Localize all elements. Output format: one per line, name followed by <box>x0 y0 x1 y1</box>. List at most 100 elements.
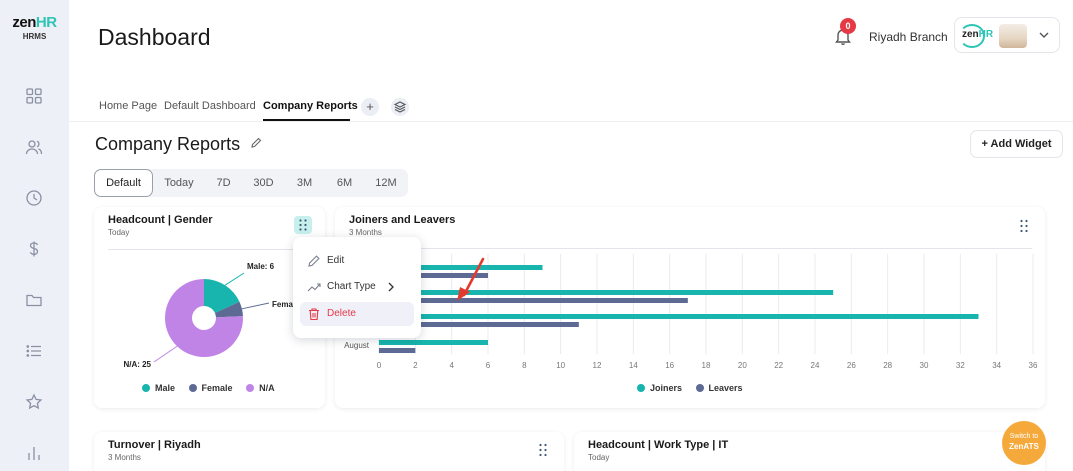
range-7d[interactable]: 7D <box>206 169 241 197</box>
list-icon[interactable] <box>25 342 43 360</box>
pie-data-label-2: N/A: 25 <box>123 360 151 369</box>
x-tick-label-11: 22 <box>774 361 783 370</box>
range-default[interactable]: Default <box>94 169 153 197</box>
widget-menu-button[interactable] <box>1018 219 1030 233</box>
x-tick-label-13: 26 <box>847 361 856 370</box>
menu-item-edit[interactable]: Edit <box>300 249 414 273</box>
joiners-leavers-bar-chart: 0 2 4 6 8 10 12 14 16 18 20 22 24 26 28 30 32 34 36August <box>344 254 1038 370</box>
widget-title: Joiners and Leavers <box>349 214 456 226</box>
trend-line-icon <box>307 283 321 292</box>
legend-item-female: Female <box>188 383 233 393</box>
range-30d[interactable]: 30D <box>244 169 283 197</box>
pencil-icon <box>308 255 320 267</box>
annotation-arrow-icon <box>457 257 485 301</box>
add-widget-button[interactable]: + Add Widget <box>970 130 1063 158</box>
range-12m[interactable]: 12M <box>366 169 406 197</box>
turnover-widget: Turnover | Riyadh 3 Months <box>94 432 564 471</box>
chevron-down-icon <box>1039 32 1049 38</box>
bar-leavers-1 <box>379 298 688 303</box>
legend-label-female: Female <box>201 383 233 393</box>
bar-joiners-3 <box>379 340 488 345</box>
reports-chart-icon[interactable] <box>25 444 43 462</box>
pie-leader-line-1 <box>241 302 270 310</box>
work-type-widget: Headcount | Work Type | IT Today <box>574 432 1045 471</box>
user-menu[interactable]: zenHR <box>954 17 1060 53</box>
add-tab-button[interactable]: + <box>361 98 379 116</box>
pie-leader-line-0 <box>224 272 245 286</box>
bar-legend: Joiners Leavers <box>637 383 754 393</box>
star-icon[interactable] <box>25 393 43 411</box>
tab-home-page[interactable]: Home Page <box>99 100 157 112</box>
legend-dot-na <box>246 384 255 392</box>
x-tick-label-3: 6 <box>486 361 491 370</box>
widget-divider <box>349 248 1032 249</box>
company-logo-zen: zen <box>962 29 979 40</box>
people-icon[interactable] <box>25 138 43 156</box>
company-logo-hr: HR <box>978 29 994 40</box>
menu-item-chart-type[interactable]: Chart Type <box>300 275 414 299</box>
widget-subtitle: 3 Months <box>108 453 141 462</box>
switch-line2: ZenATS <box>1009 442 1039 451</box>
legend-dot-female <box>188 384 197 392</box>
x-tick-label-5: 10 <box>556 361 565 370</box>
tab-company-reports[interactable]: Company Reports <box>263 100 358 112</box>
company-logo: zenHR <box>962 29 993 40</box>
legend-item-na: N/A <box>246 383 275 393</box>
legend-label-na: N/A <box>259 383 275 393</box>
trash-icon <box>309 308 319 321</box>
notification-badge: 0 <box>840 18 856 34</box>
x-tick-label-2: 4 <box>449 361 454 370</box>
x-tick-label-18: 36 <box>1029 361 1038 370</box>
legend-dot-male <box>142 384 150 392</box>
range-6m[interactable]: 6M <box>326 169 363 197</box>
dollar-icon[interactable] <box>25 240 43 258</box>
widget-menu-button[interactable] <box>537 443 549 457</box>
legend-dot-leavers <box>695 384 704 392</box>
switch-to-zenats-button[interactable]: Switch to ZenATS <box>1002 421 1046 465</box>
x-tick-label-8: 16 <box>665 361 674 370</box>
range-3m[interactable]: 3M <box>286 169 323 197</box>
page-title: Dashboard <box>98 24 211 50</box>
logo-zen: zen <box>12 14 36 31</box>
widget-title: Turnover | Riyadh <box>108 439 201 451</box>
folder-icon[interactable] <box>25 291 43 309</box>
clock-icon[interactable] <box>25 189 43 207</box>
avatar <box>999 24 1027 48</box>
pie-data-label-0: Male: 6 <box>247 262 275 271</box>
branch-label[interactable]: Riyadh Branch <box>869 30 948 44</box>
tab-default-dashboard[interactable]: Default Dashboard <box>164 100 256 112</box>
x-tick-label-10: 20 <box>738 361 747 370</box>
menu-label-chart-type: Chart Type <box>327 281 376 292</box>
pie-legend: Male Female N/A <box>142 383 286 393</box>
layers-icon[interactable] <box>391 98 409 116</box>
x-tick-label-1: 2 <box>413 361 418 370</box>
menu-item-delete[interactable]: Delete <box>300 302 414 326</box>
main-area: Dashboard 0 Riyadh Branch zenHR Home Pag… <box>69 0 1073 471</box>
x-tick-label-4: 8 <box>522 361 527 370</box>
pie-leader-line-2 <box>153 345 178 363</box>
legend-dot-joiners <box>637 384 645 392</box>
widget-subtitle: Today <box>108 228 130 237</box>
x-tick-label-0: 0 <box>377 361 382 370</box>
x-tick-label-16: 32 <box>956 361 965 370</box>
pie-data-label-1: Fema <box>272 300 293 309</box>
edit-title-icon[interactable] <box>250 137 262 149</box>
x-tick-label-17: 34 <box>992 361 1001 370</box>
widget-menu-button[interactable] <box>294 216 312 234</box>
menu-label-edit: Edit <box>327 255 345 266</box>
dashboard-grid-icon[interactable] <box>25 87 43 105</box>
widget-subtitle: Today <box>588 453 610 462</box>
legend-label-leavers: Leavers <box>708 383 743 393</box>
legend-item-male: Male <box>142 383 175 393</box>
x-tick-label-9: 18 <box>702 361 711 370</box>
widget-context-menu: Edit Chart Type Delete <box>293 237 421 338</box>
chevron-right-icon <box>388 282 394 292</box>
widget-title: Headcount | Work Type | IT <box>588 439 729 451</box>
switch-line1: Switch to <box>1009 433 1039 440</box>
brand-logo[interactable]: zenHR HRMS <box>0 14 69 41</box>
range-today[interactable]: Today <box>157 169 201 197</box>
bar-joiners-2 <box>379 314 979 319</box>
x-tick-label-7: 14 <box>629 361 638 370</box>
legend-label-joiners: Joiners <box>650 383 683 393</box>
x-tick-label-6: 12 <box>593 361 602 370</box>
